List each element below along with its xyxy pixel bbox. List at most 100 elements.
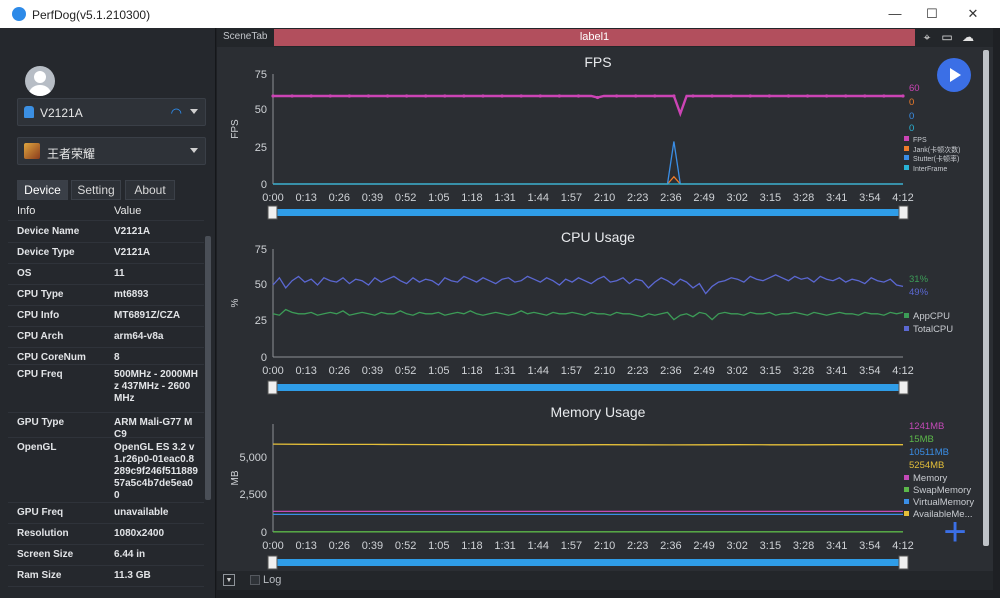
maximize-button[interactable]: ☐ [917,5,947,23]
fps-point [290,94,294,98]
info-header: Info [17,205,36,217]
x-tick-label: 2:36 [660,192,681,204]
x-tick-label: 0:52 [395,192,416,204]
fps-point [347,94,351,98]
chart-title: CPU Usage [561,229,635,245]
series-current-value: 60 [909,83,920,94]
minimize-button[interactable]: — [880,5,910,23]
legend-swatch [904,487,909,492]
slider-left-handle [267,380,278,395]
avatar-icon[interactable] [25,66,55,96]
legend-swatch [904,326,909,331]
log-label: Log [263,574,282,586]
info-table-header: Info Value [8,201,204,221]
info-row: CPU Type mt6893 [8,285,204,306]
info-key: GPU Freq [17,507,64,518]
scene-label[interactable]: label1 [274,29,915,46]
x-tick-label: 1:44 [528,540,549,552]
game-icon [24,143,40,159]
info-row: GPU Type ARM Mali-G77 MC9 [8,413,204,440]
app-name: 王者荣耀 [47,147,96,161]
tab-device[interactable]: Device [17,180,68,200]
x-tick-label: 3:02 [726,365,747,377]
fps-point [271,94,275,98]
fps-point [844,94,848,98]
legend-swatch [904,313,909,318]
legend-swatch [904,146,909,151]
info-row: Device Name V2121A [8,222,204,243]
info-value: 500MHz - 2000MHz 437MHz - 2600MHz [114,369,198,404]
legend-label: FPS [913,137,927,144]
legend-swatch [904,155,909,160]
info-key: OpenGL [17,442,57,453]
fps-point [729,94,733,98]
legend-swatch [904,475,909,480]
play-button[interactable] [937,58,971,92]
legend-label: AppCPU [913,311,950,322]
y-tick-label: 50 [255,104,267,116]
tab-about[interactable]: About [125,180,175,200]
fps-point [653,94,657,98]
x-tick-label: 0:39 [362,540,383,552]
device-select[interactable]: V2121A ◠ [17,98,206,126]
info-row: CPU Arch arm64-v8a [8,327,204,348]
y-tick-label: 0 [261,352,267,364]
location-icon[interactable]: ⌖ [919,30,935,45]
x-tick-label: 1:57 [561,365,582,377]
value-header: Value [114,205,142,217]
chart-title: FPS [584,54,611,70]
info-key: OS [17,268,32,279]
x-tick-label: 1:05 [428,192,449,204]
series-line [273,94,903,118]
info-row: CPU Info MT6891Z/CZA [8,306,204,327]
log-checkbox[interactable] [250,575,260,585]
slider-right-handle [898,380,909,395]
x-tick-label: 0:39 [362,365,383,377]
tab-setting[interactable]: Setting [71,180,121,200]
legend-swatch [904,165,909,170]
info-value: V2121A [114,226,151,237]
x-tick-label: 3:02 [726,192,747,204]
info-key: CPU Type [17,289,64,300]
y-tick-label: 0 [261,179,267,191]
x-tick-label: 1:44 [528,192,549,204]
info-row: Screen Size 6.44 in [8,545,204,566]
cloud-icon[interactable]: ☁ [960,30,976,45]
legend-swatch [904,499,909,504]
add-chart-button[interactable]: + [939,512,971,552]
x-tick-label: 2:36 [660,540,681,552]
info-scrollbar[interactable] [205,236,211,500]
bottom-bar: ▼ Log [217,571,993,590]
title-bar: PerfDog(v5.1.210300) — ☐ ✕ [0,0,1000,28]
x-tick-label: 0:13 [295,540,316,552]
scene-tab[interactable]: SceneTab [223,31,267,42]
info-row: CPU Freq 500MHz - 2000MHz 437MHz - 2600MH… [8,365,204,413]
legend-label: InterFrame [913,166,947,173]
y-axis-label: % [230,298,241,307]
info-key: GPU Type [17,417,65,428]
info-key: Resolution [17,528,69,539]
fps-point [882,94,886,98]
x-tick-label: 4:12 [892,540,913,552]
window-title: PerfDog(v5.1.210300) [32,8,151,22]
info-key: CPU Info [17,310,60,321]
series-current-value: 0 [909,111,914,122]
chart-panel: FPSFPS75502500:00 0:13 0:26 0:39 0:52 1:05 1:1… [230,54,960,220]
fps-point [424,94,428,98]
x-tick-label: 0:00 [262,540,283,552]
x-tick-label: 2:49 [693,365,714,377]
slider-left-handle [267,205,278,220]
main-scrollbar-thumb[interactable] [983,50,989,546]
app-select[interactable]: 王者荣耀 [17,137,206,165]
info-value: V2121A [114,247,151,258]
close-button[interactable]: ✕ [958,5,988,23]
x-tick-label: 3:41 [826,540,847,552]
expand-icon[interactable]: ▼ [223,574,235,586]
fps-point [405,94,409,98]
legend-label: SwapMemory [913,485,971,496]
chart-title: Memory Usage [551,404,646,420]
folder-icon[interactable]: ▭ [939,30,955,45]
fps-point [863,94,867,98]
legend-swatch [904,136,909,141]
info-row: OpenGL OpenGL ES 3.2 v1.r26p0-01eac0.8289… [8,438,204,503]
